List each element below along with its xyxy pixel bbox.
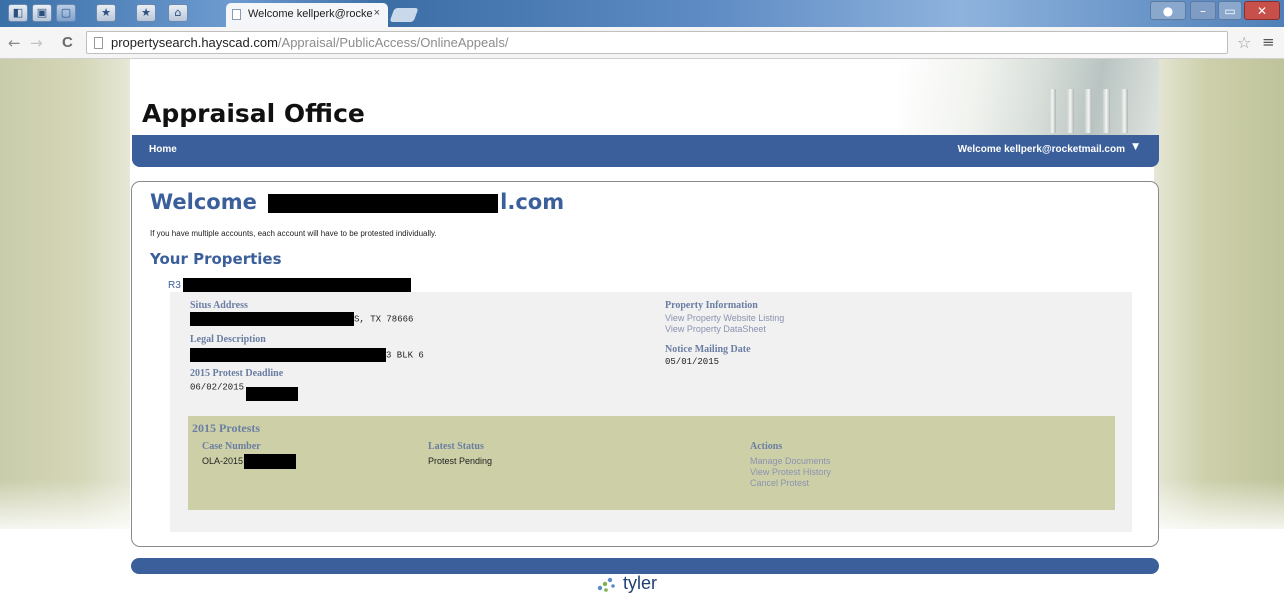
forward-icon[interactable]: →: [30, 35, 43, 51]
legal-description-text: 3 BLK 6: [386, 350, 424, 361]
redaction-bar: [190, 348, 386, 362]
toolbar-icon[interactable]: ▣: [32, 4, 52, 22]
tab-title: Welcome kellperk@rocke: [248, 8, 373, 20]
property-details-panel: Situs Address S, TX 78666 Legal Descript…: [170, 292, 1132, 532]
url-field[interactable]: propertysearch.hayscad.com/Appraisal/Pub…: [86, 31, 1228, 54]
property-information-label: Property Information: [665, 300, 758, 311]
back-icon[interactable]: ←: [8, 35, 21, 51]
protest-deadline-value: 06/02/2015: [190, 380, 299, 401]
bookmark-star-icon[interactable]: ☆: [1237, 33, 1251, 52]
case-number-value: OLA-2015: [202, 454, 297, 469]
browser-tab-strip: ◧ ▣ ▢ ★ ★ ⌂ Welcome kellperk@rocke × ● –…: [0, 0, 1284, 27]
reload-icon[interactable]: C: [62, 35, 73, 51]
home-icon[interactable]: ⌂: [168, 4, 188, 22]
notice-mailing-date-value: 05/01/2015: [665, 357, 720, 367]
intro-text: If you have multiple accounts, each acco…: [150, 229, 437, 238]
nav-home-link[interactable]: Home: [149, 144, 177, 155]
protests-box: 2015 Protests Case Number Latest Status …: [188, 416, 1115, 510]
background-left: [0, 59, 130, 529]
welcome-heading: Welcome l.com: [150, 190, 564, 214]
close-window-icon[interactable]: ✕: [1244, 1, 1280, 20]
header-building-image: [899, 59, 1159, 135]
protest-deadline-label: 2015 Protest Deadline: [190, 368, 284, 379]
redaction-bar: [246, 387, 299, 401]
welcome-prefix: Welcome: [150, 190, 257, 214]
site-title: Appraisal Office: [142, 99, 365, 128]
page-icon: [94, 37, 103, 49]
close-tab-icon[interactable]: ×: [374, 7, 380, 19]
site-header: Appraisal Office: [132, 59, 1159, 135]
property-account-link[interactable]: R3: [168, 278, 411, 293]
welcome-suffix: l.com: [500, 190, 565, 214]
situs-address-value: S, TX 78666: [190, 312, 413, 326]
view-protest-history-link[interactable]: View Protest History: [750, 467, 831, 477]
page-body: Appraisal Office Home Welcome kellperk@r…: [0, 59, 1284, 606]
protests-title: 2015 Protests: [192, 421, 261, 435]
address-bar-row: ← → C propertysearch.hayscad.com/Apprais…: [0, 27, 1284, 59]
redaction-bar: [244, 454, 297, 469]
bookmark-star-icon[interactable]: ★: [136, 4, 156, 22]
menu-icon[interactable]: ≡: [1262, 33, 1275, 51]
maximize-icon[interactable]: ▭: [1218, 1, 1242, 20]
protest-deadline-text: 06/02/2015: [190, 382, 245, 393]
background-right: [1154, 59, 1284, 529]
redaction-bar: [190, 312, 354, 326]
tyler-logo-icon: [597, 578, 615, 593]
column-header-case-number: Case Number: [202, 441, 261, 452]
notice-mailing-date-label: Notice Mailing Date: [665, 344, 751, 355]
url-domain: propertysearch.hayscad.com: [111, 35, 278, 50]
cancel-protest-link[interactable]: Cancel Protest: [750, 478, 809, 488]
legal-description-label: Legal Description: [190, 334, 266, 345]
bookmark-star-icon[interactable]: ★: [96, 4, 116, 22]
situs-address-label: Situs Address: [190, 300, 248, 311]
view-property-website-link[interactable]: View Property Website Listing: [665, 313, 784, 323]
properties-heading: Your Properties: [150, 250, 282, 268]
tyler-logo: tyler: [596, 573, 657, 594]
situs-address-text: S, TX 78666: [354, 314, 414, 325]
page-icon: [232, 9, 241, 20]
url-path: /Appraisal/PublicAccess/OnlineAppeals/: [277, 35, 509, 50]
content-panel: Welcome l.com If you have multiple accou…: [131, 181, 1159, 547]
chevron-down-icon[interactable]: ▼: [1132, 142, 1139, 152]
view-property-datasheet-link[interactable]: View Property DataSheet: [665, 324, 766, 334]
main-nav-bar: Home Welcome kellperk@rocketmail.com ▼: [132, 135, 1159, 167]
footer-bar: [131, 558, 1159, 574]
user-menu[interactable]: Welcome kellperk@rocketmail.com: [958, 144, 1125, 155]
toolbar-icon[interactable]: ▢: [56, 4, 76, 22]
redaction-bar: [182, 278, 411, 293]
new-tab-button[interactable]: [389, 8, 419, 22]
minimize-icon[interactable]: –: [1190, 1, 1216, 20]
user-icon[interactable]: ●: [1150, 1, 1186, 20]
account-prefix: R3: [168, 280, 181, 292]
toolbar-icon[interactable]: ◧: [8, 4, 28, 22]
latest-status-value: Protest Pending: [428, 456, 493, 466]
column-header-latest-status: Latest Status: [428, 441, 484, 452]
column-header-actions: Actions: [750, 441, 783, 452]
manage-documents-link[interactable]: Manage Documents: [750, 456, 831, 466]
redaction-bar: [268, 193, 499, 213]
case-number-text: OLA-2015: [202, 455, 244, 466]
tyler-brand-text: tyler: [623, 573, 658, 593]
legal-description-value: 3 BLK 6: [190, 348, 424, 362]
browser-tab-active[interactable]: Welcome kellperk@rocke ×: [226, 3, 388, 27]
